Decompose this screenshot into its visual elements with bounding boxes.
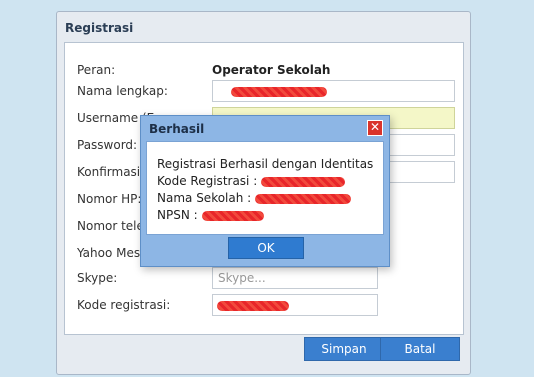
row-skype: Skype: xyxy=(77,267,457,291)
message-line: NPSN : xyxy=(157,207,383,224)
close-icon[interactable]: ✕ xyxy=(367,120,383,136)
peran-label: Peran: xyxy=(77,63,116,77)
skype-label: Skype: xyxy=(77,271,118,285)
row-kode: Kode registrasi: xyxy=(77,294,457,318)
nama-label: Nama lengkap: xyxy=(77,84,168,98)
simpan-button[interactable]: Simpan xyxy=(304,337,384,361)
npsn-label: NPSN : xyxy=(157,208,198,222)
redacted-mark xyxy=(217,301,289,311)
message-heading: Registrasi Berhasil dengan Identitas xyxy=(157,157,374,171)
kode-registrasi-label: Kode Registrasi : xyxy=(157,174,258,188)
nama-sekolah-label: Nama Sekolah : xyxy=(157,191,252,205)
redacted-mark xyxy=(231,87,327,97)
success-dialog: Berhasil ✕ Registrasi Berhasil dengan Id… xyxy=(140,115,390,267)
message-line: Kode Registrasi : xyxy=(157,173,383,190)
message-line: Nama Sekolah : xyxy=(157,190,383,207)
kode-label: Kode registrasi: xyxy=(77,298,171,312)
skype-input[interactable] xyxy=(212,267,378,289)
dialog-message: Registrasi Berhasil dengan Identitas Kod… xyxy=(146,141,384,235)
redacted-mark xyxy=(255,193,352,204)
kode-input[interactable] xyxy=(212,294,378,316)
panel-title: Registrasi xyxy=(65,21,134,35)
redacted-mark xyxy=(261,176,346,187)
batal-button[interactable]: Batal xyxy=(380,337,460,361)
peran-value: Operator Sekolah xyxy=(212,63,331,77)
dialog-title: Berhasil xyxy=(149,122,205,136)
redacted-mark xyxy=(201,210,264,221)
message-line: Registrasi Berhasil dengan Identitas xyxy=(157,156,383,173)
ok-button[interactable]: OK xyxy=(228,237,304,259)
row-nama: Nama lengkap: xyxy=(77,80,457,104)
nama-input[interactable] xyxy=(212,80,455,102)
